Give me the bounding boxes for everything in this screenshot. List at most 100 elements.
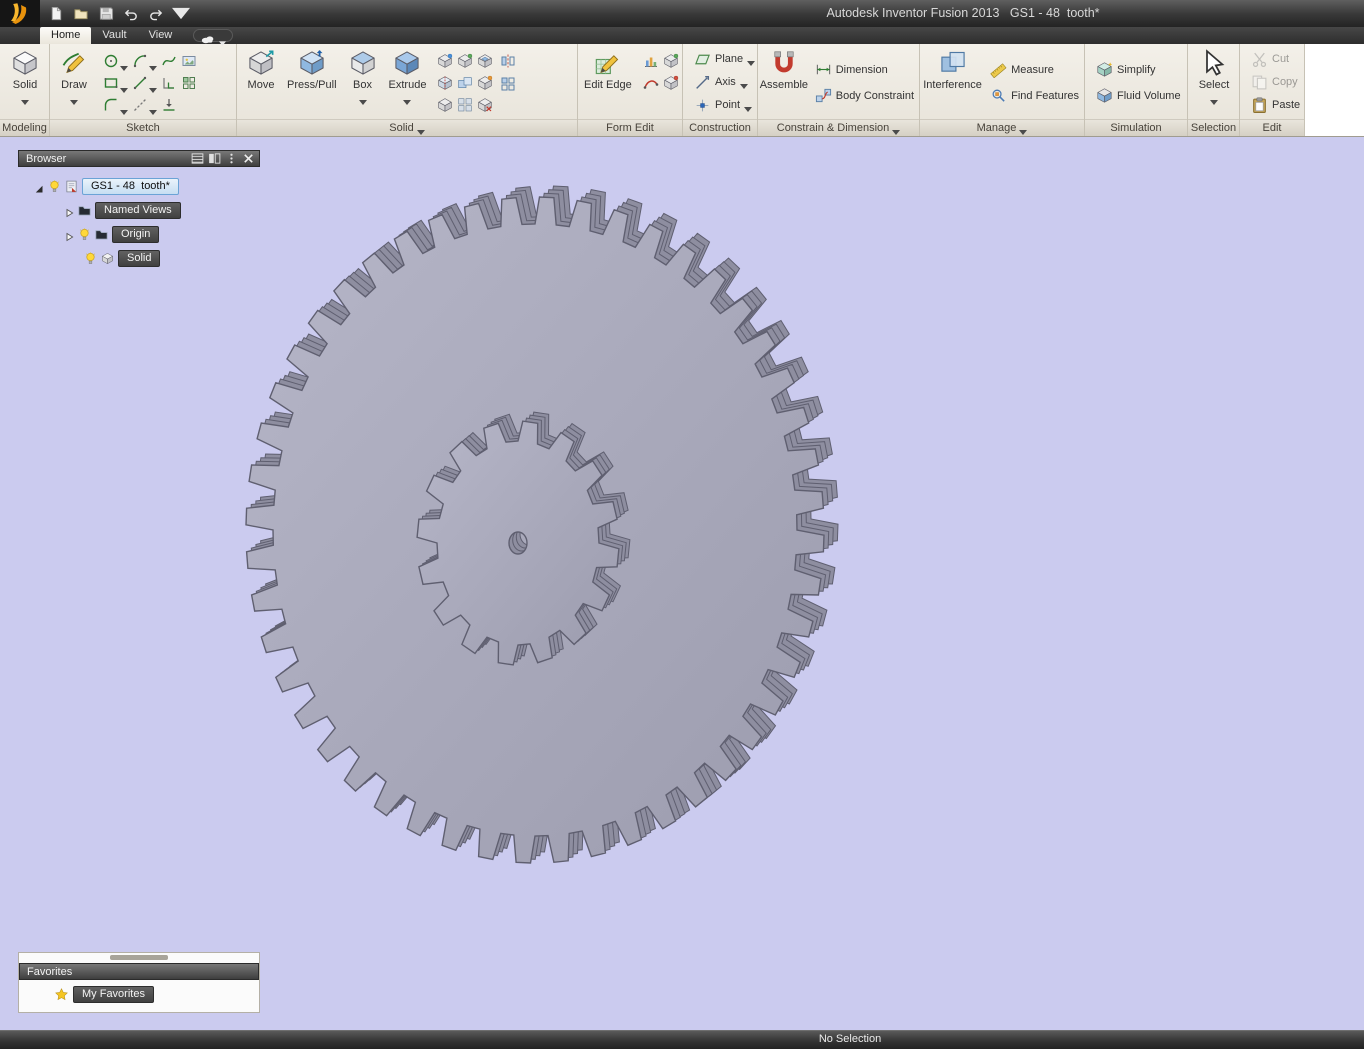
save-button[interactable] bbox=[96, 5, 116, 22]
group-label-form-edit[interactable]: Form Edit bbox=[578, 119, 682, 136]
browser-layout-button[interactable] bbox=[207, 152, 222, 165]
group-label-manage[interactable]: Manage bbox=[920, 119, 1084, 136]
group-label-sketch[interactable]: Sketch bbox=[50, 119, 236, 136]
favorites-header[interactable]: Favorites bbox=[19, 963, 259, 980]
dimension-button[interactable]: Dimension bbox=[812, 59, 917, 81]
panel-splitter[interactable] bbox=[110, 955, 168, 960]
form-edit-tool-grid bbox=[642, 45, 680, 93]
tab-view[interactable]: View bbox=[138, 27, 184, 44]
tree-item-label[interactable]: Solid bbox=[118, 250, 160, 267]
pattern-tool[interactable] bbox=[180, 73, 198, 93]
uncrease-tool[interactable] bbox=[662, 73, 680, 93]
tree-item-origin[interactable]: Origin bbox=[64, 222, 260, 246]
group-label-solid[interactable]: Solid bbox=[237, 119, 577, 136]
model-canvas[interactable] bbox=[0, 137, 1364, 1030]
collapsed-arrow-icon[interactable] bbox=[64, 205, 74, 215]
line-tool[interactable] bbox=[131, 73, 158, 93]
pattern-solid-tool[interactable] bbox=[456, 95, 474, 115]
replace-face-tool[interactable] bbox=[476, 73, 494, 93]
fillet-tool[interactable] bbox=[102, 95, 129, 115]
crease-tool[interactable] bbox=[662, 51, 680, 71]
tab-vault[interactable]: Vault bbox=[91, 27, 137, 44]
draw-menu-button[interactable]: Draw bbox=[53, 45, 95, 98]
mirror-tool[interactable] bbox=[499, 51, 517, 71]
group-label-simulation[interactable]: Simulation bbox=[1085, 119, 1187, 136]
qat-overflow-button[interactable] bbox=[171, 5, 191, 22]
group-label-edit[interactable]: Edit bbox=[1240, 119, 1304, 136]
new-file-button[interactable] bbox=[46, 5, 66, 22]
insert-image-tool[interactable] bbox=[180, 51, 198, 71]
find-features-button[interactable]: Find Features bbox=[987, 85, 1082, 107]
redo-button[interactable] bbox=[146, 5, 166, 22]
bend-curve-tool[interactable] bbox=[642, 73, 660, 93]
tree-item-named-views[interactable]: Named Views bbox=[64, 198, 260, 222]
collapsed-arrow-icon[interactable] bbox=[64, 229, 74, 239]
visibility-bulb-icon[interactable] bbox=[78, 228, 91, 241]
offset-tool[interactable] bbox=[160, 73, 178, 93]
visibility-bulb-icon[interactable] bbox=[48, 180, 61, 193]
tree-item-label[interactable]: Named Views bbox=[95, 202, 181, 219]
simplify-button[interactable]: Simplify bbox=[1093, 59, 1184, 81]
press-pull-button[interactable]: Press/Pull bbox=[284, 45, 340, 98]
sync-menu-button[interactable] bbox=[193, 29, 233, 42]
arc-tool[interactable] bbox=[131, 51, 158, 71]
split-body-tool[interactable] bbox=[436, 73, 454, 93]
circle-tool[interactable] bbox=[102, 51, 129, 71]
project-tool[interactable] bbox=[160, 95, 178, 115]
thicken-tool[interactable] bbox=[436, 95, 454, 115]
axis-button[interactable]: Axis bbox=[691, 71, 758, 93]
model-viewport[interactable] bbox=[0, 137, 1364, 1030]
ribbon-group-simulation: Simplify Fluid Volume Simulation bbox=[1085, 44, 1188, 136]
move-button[interactable]: Move bbox=[240, 45, 282, 98]
assemble-button[interactable]: Assemble bbox=[761, 45, 807, 91]
group-label-modeling[interactable]: Modeling bbox=[0, 119, 49, 136]
mirror-icon bbox=[500, 53, 516, 69]
tab-home[interactable]: Home bbox=[40, 27, 91, 44]
undo-button[interactable] bbox=[121, 5, 141, 22]
extrude-button[interactable]: Extrude bbox=[386, 45, 430, 98]
paste-button[interactable]: Paste bbox=[1248, 94, 1303, 116]
application-menu-button[interactable] bbox=[0, 0, 40, 27]
interference-button[interactable]: Interference bbox=[923, 45, 982, 91]
tree-item-solid[interactable]: Solid bbox=[84, 246, 260, 270]
construction-line-tool[interactable] bbox=[131, 95, 158, 115]
point-button[interactable]: Point bbox=[691, 94, 758, 116]
dropdown-caret-icon bbox=[744, 103, 752, 108]
chamfer-tool[interactable] bbox=[456, 51, 474, 71]
array-tool[interactable] bbox=[499, 74, 517, 94]
browser-close-button[interactable] bbox=[241, 152, 256, 165]
solid-mode-button[interactable]: Solid bbox=[4, 45, 46, 98]
browser-filter-button[interactable] bbox=[190, 152, 205, 165]
tree-root-label[interactable]: GS1 - 48 tooth* bbox=[82, 178, 179, 195]
box-button[interactable]: Box bbox=[342, 45, 384, 98]
tree-item-label[interactable]: Origin bbox=[112, 226, 159, 243]
delete-face-tool[interactable] bbox=[476, 95, 494, 115]
open-file-button[interactable] bbox=[71, 5, 91, 22]
group-label-constrain[interactable]: Constrain & Dimension bbox=[758, 119, 919, 136]
my-favorites-item[interactable]: My Favorites bbox=[55, 986, 259, 1003]
fillet-edge-tool[interactable] bbox=[436, 51, 454, 71]
form-stats-tool[interactable] bbox=[642, 51, 660, 71]
shell-tool[interactable] bbox=[476, 51, 494, 71]
combine-tool[interactable] bbox=[456, 73, 474, 93]
body-constraint-button[interactable]: Body Constraint bbox=[812, 85, 917, 107]
select-button[interactable]: Select bbox=[1193, 45, 1235, 98]
browser-header[interactable]: Browser bbox=[18, 150, 260, 167]
browser-title: Browser bbox=[26, 153, 188, 165]
ribbon-group-constrain: Assemble Dimension Body Constraint Const… bbox=[758, 44, 920, 136]
group-label-construction[interactable]: Construction bbox=[683, 119, 757, 136]
rectangle-tool[interactable] bbox=[102, 73, 129, 93]
browser-options-button[interactable] bbox=[224, 152, 239, 165]
fluid-volume-button[interactable]: Fluid Volume bbox=[1093, 85, 1184, 107]
plane-button[interactable]: Plane bbox=[691, 48, 758, 70]
spline-tool[interactable] bbox=[160, 51, 178, 71]
dropdown-caret-icon bbox=[1210, 93, 1218, 98]
tree-item-root[interactable]: GS1 - 48 tooth* bbox=[34, 174, 260, 198]
dropdown-caret-icon bbox=[149, 81, 157, 86]
edit-edge-button[interactable]: Edit Edge bbox=[581, 45, 635, 91]
measure-button[interactable]: Measure bbox=[987, 59, 1082, 81]
group-label-selection[interactable]: Selection bbox=[1188, 119, 1239, 136]
ribbon-group-manage: Interference Measure Find Features Manag… bbox=[920, 44, 1085, 136]
visibility-bulb-icon[interactable] bbox=[84, 252, 97, 265]
expanded-arrow-icon[interactable] bbox=[34, 181, 44, 191]
